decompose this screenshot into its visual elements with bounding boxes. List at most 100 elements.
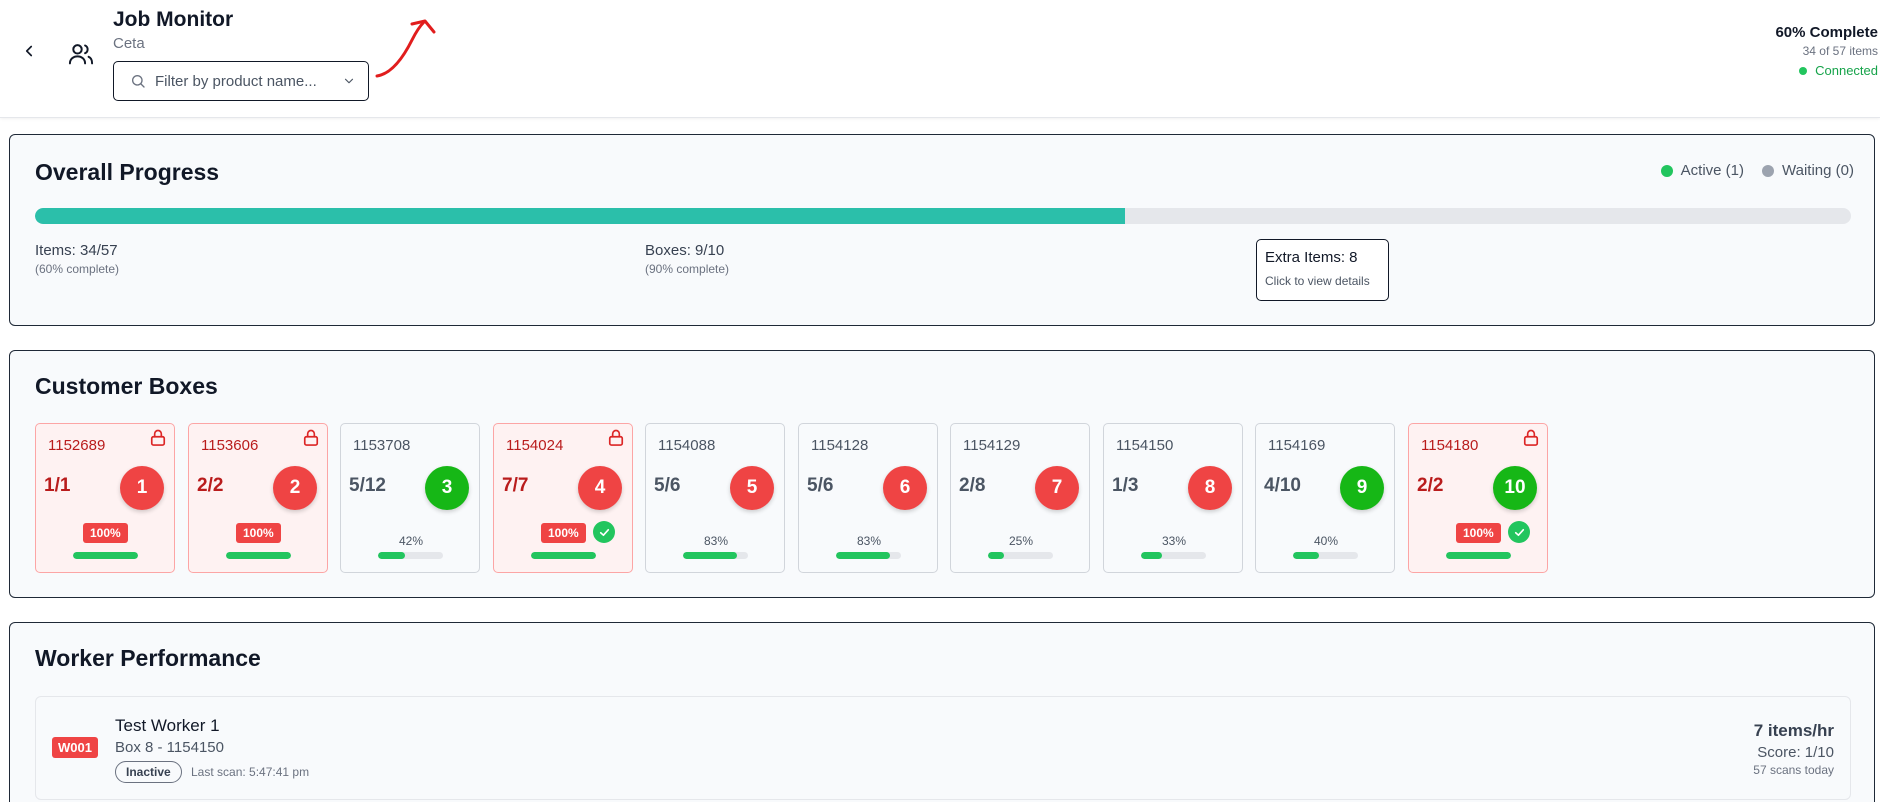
box-id: 1154128 (811, 437, 869, 454)
customer-box-tile[interactable]: 1153606 2/2 2 100% (188, 423, 328, 573)
box-progress-fill (531, 552, 596, 559)
legend-waiting-label: Waiting (0) (1782, 162, 1854, 179)
box-number-badge: 3 (425, 466, 469, 510)
box-progress-bar (1293, 552, 1358, 559)
box-item-count: 1/3 (1112, 475, 1139, 496)
box-number-badge: 1 (120, 466, 164, 510)
overall-progress-card: Overall Progress Active (1) Waiting (0) … (9, 134, 1875, 326)
overall-progress-fill (35, 208, 1125, 224)
box-progress-fill (73, 552, 138, 559)
app-header: Job Monitor Ceta Filter by product name.… (0, 0, 1880, 118)
box-item-count: 7/7 (502, 475, 529, 496)
worker-status-badge: Inactive (115, 761, 182, 783)
chevron-down-icon (344, 78, 354, 84)
box-item-count: 5/6 (654, 475, 681, 496)
customer-boxes-card: Customer Boxes 1152689 1/1 1 100% 1153606 2/2… (9, 350, 1875, 598)
waiting-dot-icon (1762, 164, 1775, 177)
box-number-badge: 7 (1035, 466, 1079, 510)
customer-boxes-title: Customer Boxes (35, 373, 218, 399)
worker-performance-card: Worker Performance W001 Test Worker 1 Bo… (9, 622, 1875, 802)
box-number-badge: 5 (730, 466, 774, 510)
box-item-count: 1/1 (44, 475, 71, 496)
items-stat-value: Items: 34/57 (35, 242, 118, 259)
box-progress-bar (836, 552, 901, 559)
customer-box-tile[interactable]: 1154129 2/8 7 25% (950, 423, 1090, 573)
box-percent: 83% (856, 534, 882, 548)
chevron-left-icon[interactable] (20, 42, 38, 60)
customer-box-tile[interactable]: 1154180 2/2 10 100% (1408, 423, 1548, 573)
box-number-badge: 6 (883, 466, 927, 510)
customer-box-tile[interactable]: 1154169 4/10 9 40% (1255, 423, 1395, 573)
job-subtitle: Ceta (113, 35, 145, 52)
worker-box: Box 8 - 1154150 (115, 739, 224, 756)
box-progress-bar (683, 552, 748, 559)
box-percent: 42% (398, 534, 424, 548)
box-progress-bar (1446, 552, 1511, 559)
box-percent-badge: 100% (1456, 523, 1501, 543)
box-item-count: 2/2 (1417, 475, 1444, 496)
box-percent-badge: 100% (541, 523, 586, 543)
box-progress-fill (1141, 552, 1163, 559)
worker-last-scan: Last scan: 5:47:41 pm (191, 765, 310, 779)
connection-dot-icon (1799, 66, 1808, 75)
customer-box-tile[interactable]: 1153708 5/12 3 42% (340, 423, 480, 573)
box-item-count: 2/8 (959, 475, 986, 496)
extra-items-button[interactable]: Extra Items: 8 Click to view details (1256, 239, 1389, 301)
customer-box-tile[interactable]: 1154024 7/7 4 100% (493, 423, 633, 573)
customer-box-tile[interactable]: 1154150 1/3 8 33% (1103, 423, 1243, 573)
connection-status: Connected (1775, 63, 1878, 78)
customer-box-tile[interactable]: 1152689 1/1 1 100% (35, 423, 175, 573)
product-filter-select[interactable]: Filter by product name... (113, 61, 369, 101)
arrow-annotation-icon (375, 19, 436, 78)
worker-score: Score: 1/10 (1757, 744, 1834, 761)
worker-rate: 7 items/hr (1753, 721, 1834, 740)
box-progress-bar (1141, 552, 1206, 559)
box-percent-badge: 100% (83, 523, 128, 543)
box-percent: 40% (1313, 534, 1339, 548)
lock-icon (606, 428, 626, 448)
box-progress-bar (73, 552, 138, 559)
check-icon (593, 521, 615, 543)
box-progress-fill (1293, 552, 1319, 559)
items-count: 34 of 57 items (1802, 44, 1878, 58)
box-number-badge: 9 (1340, 466, 1384, 510)
box-percent: 25% (1008, 534, 1034, 548)
box-progress-bar (988, 552, 1053, 559)
customer-box-tile[interactable]: 1154088 5/6 5 83% (645, 423, 785, 573)
active-dot-icon (1660, 164, 1673, 177)
extra-items-hint: Click to view details (1265, 274, 1370, 288)
box-progress-bar (226, 552, 291, 559)
box-progress-fill (683, 552, 737, 559)
box-id: 1154088 (658, 437, 716, 454)
customer-box-tile[interactable]: 1154128 5/6 6 83% (798, 423, 938, 573)
box-id: 1153606 (201, 437, 259, 454)
box-id: 1153708 (353, 437, 411, 454)
box-item-count: 2/2 (197, 475, 224, 496)
legend-active: Active (1) (1660, 162, 1744, 179)
users-icon (68, 44, 94, 65)
box-percent-badge: 100% (236, 523, 281, 543)
check-icon (1508, 521, 1530, 543)
box-id: 1152689 (48, 437, 106, 454)
box-item-count: 4/10 (1264, 475, 1301, 496)
box-progress-fill (836, 552, 890, 559)
extra-items-value: Extra Items: 8 (1265, 249, 1358, 266)
overall-progress-title: Overall Progress (35, 159, 220, 185)
items-stat-sub: (60% complete) (35, 262, 120, 276)
worker-performance-title: Worker Performance (35, 645, 261, 671)
box-percent: 33% (1161, 534, 1187, 548)
items-stat: Items: 34/57 (60% complete) (35, 242, 119, 276)
box-number-badge: 8 (1188, 466, 1232, 510)
worker-metrics: 7 items/hr Score: 1/10 57 scans today (1753, 721, 1834, 777)
job-status-summary: 60% Complete 34 of 57 items Connected (1775, 24, 1878, 78)
box-progress-fill (1446, 552, 1511, 559)
boxes-stat: Boxes: 9/10 (90% complete) (645, 242, 729, 276)
worker-row[interactable]: W001 Test Worker 1 Box 8 - 1154150 Inact… (35, 696, 1851, 800)
connection-label: Connected (1815, 63, 1878, 78)
completion-percent: 60% Complete (1775, 24, 1878, 41)
status-legend: Active (1) Waiting (0) (1643, 162, 1854, 179)
box-progress-fill (378, 552, 406, 559)
lock-icon (1521, 428, 1541, 448)
box-number-badge: 10 (1493, 466, 1537, 510)
boxes-stat-value: Boxes: 9/10 (645, 242, 725, 259)
